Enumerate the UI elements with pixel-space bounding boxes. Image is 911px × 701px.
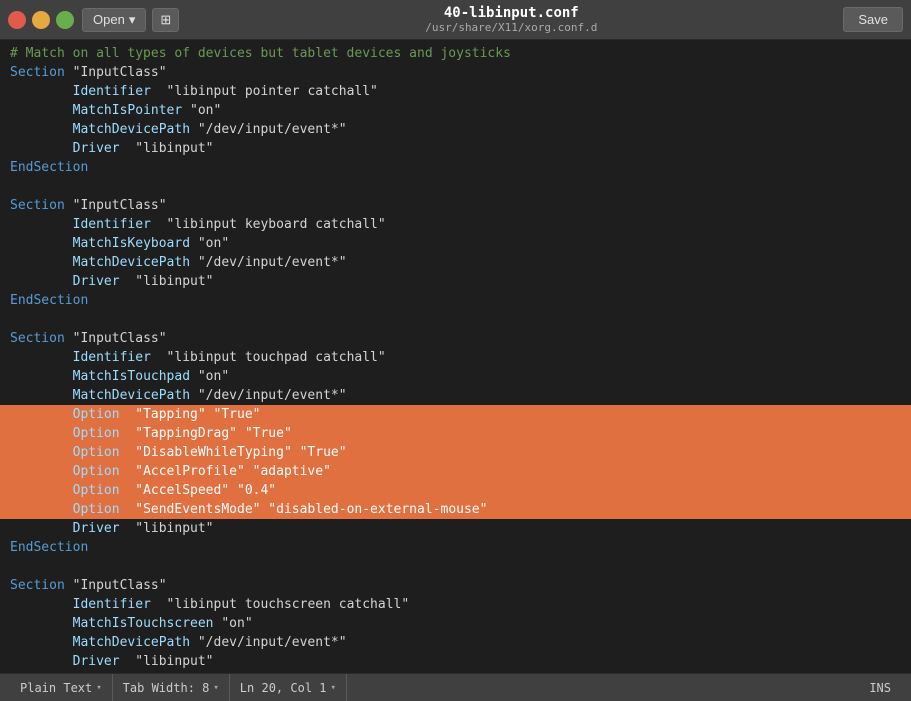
- code-line: Identifier "libinput touchpad catchall": [0, 348, 911, 367]
- code-line: Driver "libinput": [0, 139, 911, 158]
- code-line: Option "AccelProfile" "adaptive": [0, 462, 911, 481]
- code-line: [0, 177, 911, 196]
- code-line: EndSection: [0, 158, 911, 177]
- plain-text-label: Plain Text: [20, 681, 92, 695]
- code-line: Option "TappingDrag" "True": [0, 424, 911, 443]
- code-line: Section "InputClass": [0, 329, 911, 348]
- code-line: MatchDevicePath "/dev/input/event*": [0, 120, 911, 139]
- title-filename: 40-libinput.conf: [179, 5, 843, 21]
- code-line: EndSection: [0, 291, 911, 310]
- code-line: [0, 557, 911, 576]
- position-label: Ln 20, Col 1: [240, 681, 327, 695]
- code-line: Driver "libinput": [0, 272, 911, 291]
- code-line: MatchDevicePath "/dev/input/event*": [0, 386, 911, 405]
- statusbar: Plain Text ▾ Tab Width: 8 ▾ Ln 20, Col 1…: [0, 673, 911, 701]
- insert-mode-label: INS: [859, 681, 901, 695]
- minimize-button[interactable]: [32, 11, 50, 29]
- close-button[interactable]: [8, 11, 26, 29]
- tab-width-selector[interactable]: Tab Width: 8 ▾: [113, 674, 230, 701]
- code-line: MatchDevicePath "/dev/input/event*": [0, 253, 911, 272]
- code-line: Option "SendEventsMode" "disabled-on-ext…: [0, 500, 911, 519]
- open-arrow-icon: ▾: [129, 12, 136, 28]
- bookmark-icon: ⊞: [160, 12, 171, 27]
- code-line: Option "DisableWhileTyping" "True": [0, 443, 911, 462]
- code-line: MatchIsTouchpad "on": [0, 367, 911, 386]
- code-line: MatchIsPointer "on": [0, 101, 911, 120]
- open-label: Open: [93, 12, 125, 27]
- code-line: Driver "libinput": [0, 652, 911, 671]
- code-line: MatchIsTouchscreen "on": [0, 614, 911, 633]
- code-line: [0, 310, 911, 329]
- plain-text-chevron-icon: ▾: [96, 683, 101, 693]
- code-line: Identifier "libinput touchscreen catchal…: [0, 595, 911, 614]
- tab-width-chevron-icon: ▾: [213, 683, 218, 693]
- bookmark-button[interactable]: ⊞: [152, 8, 179, 32]
- editor[interactable]: # Match on all types of devices but tabl…: [0, 40, 911, 673]
- open-button[interactable]: Open ▾: [82, 8, 146, 32]
- position-selector[interactable]: Ln 20, Col 1 ▾: [230, 674, 347, 701]
- save-button[interactable]: Save: [843, 7, 903, 32]
- maximize-button[interactable]: [56, 11, 74, 29]
- code-line: Driver "libinput": [0, 519, 911, 538]
- tab-width-label: Tab Width: 8: [123, 681, 210, 695]
- titlebar: Open ▾ ⊞ 40-libinput.conf /usr/share/X11…: [0, 0, 911, 40]
- code-line: Identifier "libinput keyboard catchall": [0, 215, 911, 234]
- code-line: MatchIsKeyboard "on": [0, 234, 911, 253]
- code-line: Section "InputClass": [0, 63, 911, 82]
- position-chevron-icon: ▾: [331, 683, 336, 693]
- title-center: 40-libinput.conf /usr/share/X11/xorg.con…: [179, 5, 843, 34]
- code-line: # Match on all types of devices but tabl…: [0, 44, 911, 63]
- code-line: Section "InputClass": [0, 196, 911, 215]
- code-line: EndSection: [0, 538, 911, 557]
- code-line: Section "InputClass": [0, 576, 911, 595]
- code-line: Option "AccelSpeed" "0.4": [0, 481, 911, 500]
- window-controls: [8, 11, 74, 29]
- plain-text-selector[interactable]: Plain Text ▾: [10, 674, 113, 701]
- code-line: MatchDevicePath "/dev/input/event*": [0, 633, 911, 652]
- title-path: /usr/share/X11/xorg.conf.d: [179, 21, 843, 34]
- code-line: Option "Tapping" "True": [0, 405, 911, 424]
- code-line: Identifier "libinput pointer catchall": [0, 82, 911, 101]
